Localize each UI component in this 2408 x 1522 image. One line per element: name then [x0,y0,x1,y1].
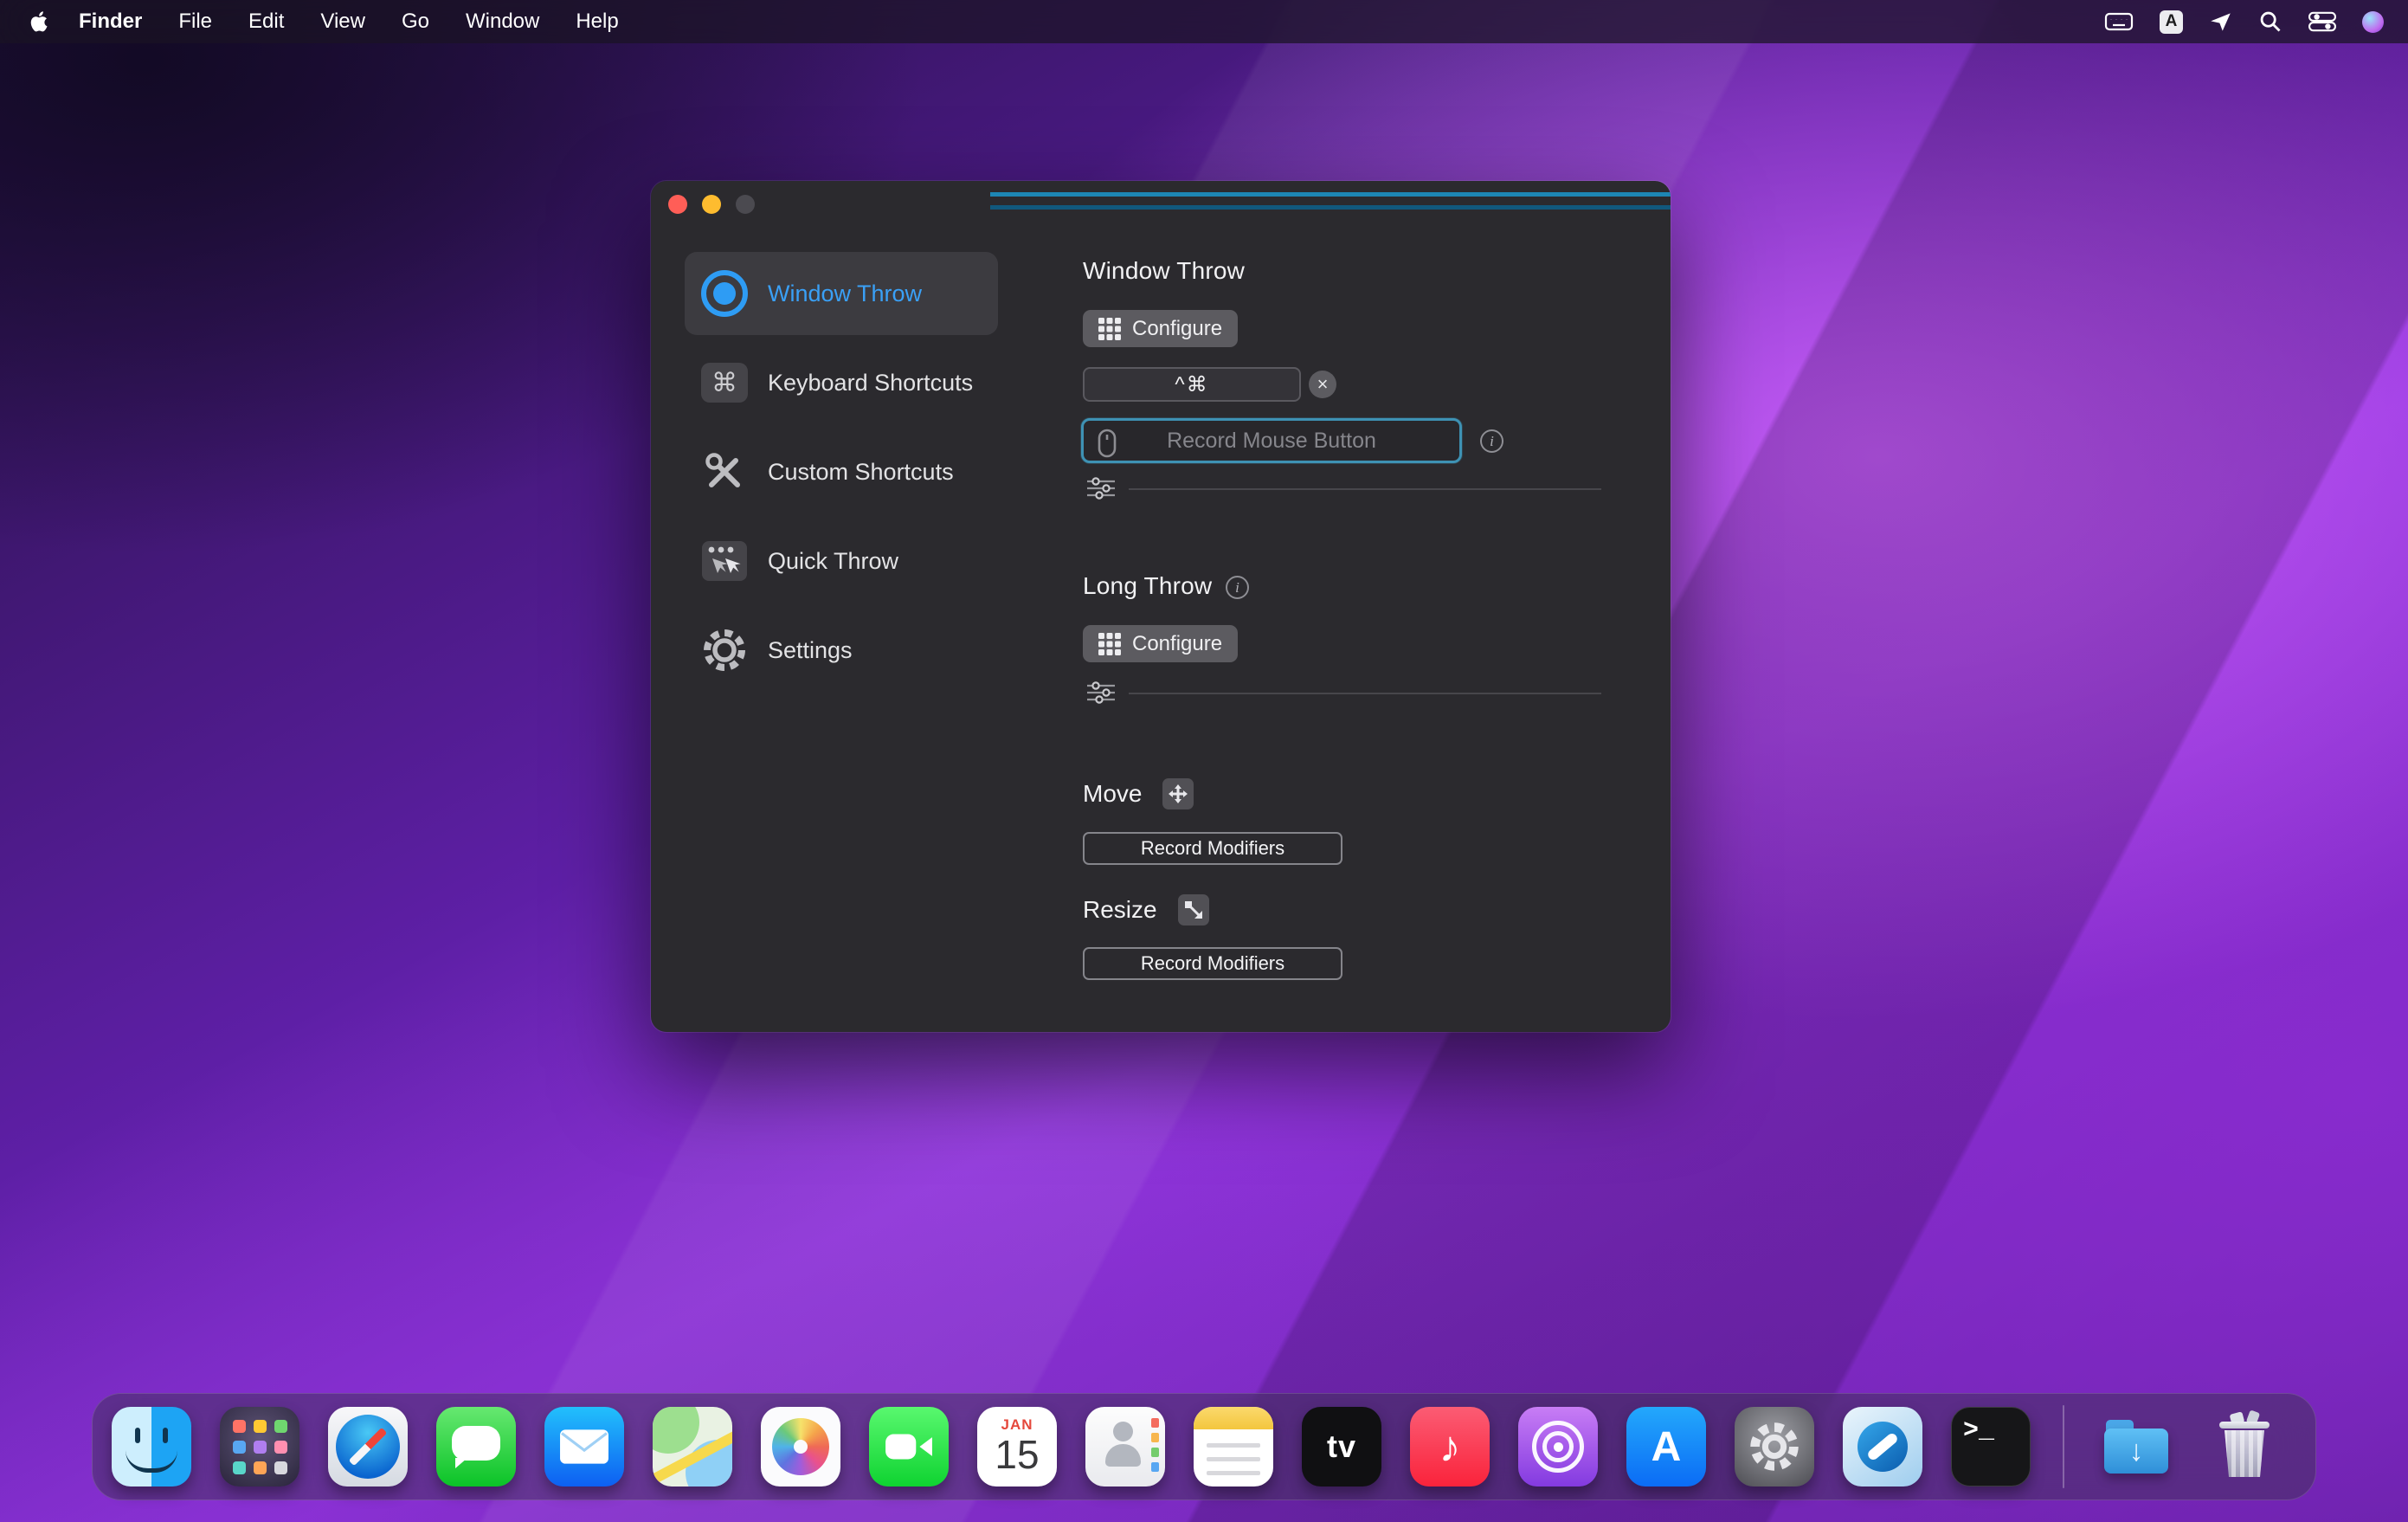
dock-safari[interactable] [328,1407,408,1487]
person-icon [1113,1422,1133,1441]
menu-app-name[interactable]: Finder [61,0,160,43]
menu-edit[interactable]: Edit [230,0,302,43]
configure-label: Configure [1132,317,1222,341]
pinwheel-icon [772,1418,829,1475]
resize-row: Resize [1083,894,1209,925]
dock-music[interactable]: ♪ [1410,1407,1490,1487]
move-row: Move [1083,778,1194,809]
keyboard-icon[interactable] [2104,11,2134,32]
long-throw-title-text: Long Throw [1083,572,1212,599]
music-note-icon: ♪ [1439,1425,1461,1468]
info-glyph: i [1490,433,1494,450]
menu-bar: Finder File Edit View Go Window Help A [0,0,2408,43]
long-throw-title: Long Throw [1083,572,1212,600]
advanced-options-icon[interactable] [1087,477,1115,504]
divider [1129,693,1601,694]
dock-launchpad[interactable] [220,1407,299,1487]
download-arrow-icon: ↓ [2104,1428,2168,1474]
dock-trash[interactable] [2205,1407,2284,1487]
app-window: Window Throw ⌘ Keyboard Shortcuts Custom… [651,181,1671,1032]
gear-icon [1746,1418,1803,1475]
dock-maps[interactable] [653,1407,732,1487]
window-manager-icon [1858,1422,1908,1472]
clear-shortcut-button[interactable]: × [1309,371,1336,398]
resize-label: Resize [1083,896,1157,924]
apple-icon [28,10,48,34]
menu-view[interactable]: View [302,0,383,43]
dock-mail[interactable] [544,1407,624,1487]
app-store-glyph: A [1651,1423,1682,1471]
calendar-month: JAN [1001,1416,1033,1434]
menu-bar-left: Finder File Edit View Go Window Help [24,0,637,43]
dock-system-settings[interactable] [1735,1407,1814,1487]
dock-contacts[interactable] [1085,1407,1165,1487]
tv-label: tv [1327,1428,1356,1465]
record-mouse-button-field[interactable]: Record Mouse Button [1081,418,1462,463]
window-throw-title: Window Throw [1083,257,1245,285]
advanced-options-icon[interactable] [1087,681,1115,708]
record-modifiers-label: Record Modifiers [1141,837,1284,859]
dock-terminal[interactable]: >_ [1951,1407,2031,1487]
dock-divider [2063,1405,2064,1488]
dock-app-store[interactable]: A [1626,1407,1706,1487]
menu-window[interactable]: Window [447,0,557,43]
resize-diagonal-icon [1178,894,1209,925]
menu-file[interactable]: File [160,0,230,43]
dock-podcasts[interactable] [1518,1407,1598,1487]
shortcut-value: ^⌘ [1175,372,1208,397]
control-center-icon[interactable] [2308,11,2336,32]
dock-window-manager-app[interactable] [1843,1407,1922,1487]
apple-menu[interactable] [24,10,61,34]
paper-plane-icon[interactable] [2209,10,2232,34]
notes-header [1194,1407,1273,1429]
record-move-modifiers-button[interactable]: Record Modifiers [1083,832,1342,865]
envelope-icon [559,1428,609,1465]
configure-label: Configure [1132,632,1222,656]
keyboard-shortcut-field[interactable]: ^⌘ [1083,367,1301,402]
info-icon[interactable]: i [1226,576,1249,599]
dock-calendar[interactable]: JAN 15 [977,1407,1057,1487]
input-source-icon[interactable]: A [2160,10,2183,34]
finder-face [135,1428,140,1443]
video-camera-icon [884,1430,934,1463]
dock-facetime[interactable] [869,1407,949,1487]
record-mouse-placeholder: Record Mouse Button [1167,429,1376,454]
grid-icon [1098,318,1121,340]
broadcast-icon [1532,1421,1584,1473]
dock-photos[interactable] [761,1407,840,1487]
dock-notes[interactable] [1194,1407,1273,1487]
close-icon: × [1317,375,1329,394]
info-glyph: i [1235,579,1239,597]
dock-messages[interactable] [436,1407,516,1487]
record-resize-modifiers-button[interactable]: Record Modifiers [1083,947,1342,980]
calendar-day: 15 [995,1435,1039,1474]
menu-help[interactable]: Help [557,0,636,43]
dock-finder[interactable] [112,1407,191,1487]
info-icon[interactable]: i [1480,429,1503,453]
mouse-icon [1098,429,1117,462]
spotlight-icon[interactable] [2258,10,2282,34]
dock-tv[interactable]: tv [1302,1407,1381,1487]
siri-icon[interactable] [2362,11,2384,33]
settings-content: Window Throw Configure ^⌘ × Record Mouse… [651,181,1671,1032]
menu-go[interactable]: Go [383,0,447,43]
map-icon [653,1407,699,1454]
terminal-prompt: >_ [1963,1416,1994,1446]
configure-long-throw-button[interactable]: Configure [1083,625,1238,662]
speech-bubble-icon [452,1426,500,1461]
divider [1129,488,1601,490]
move-label: Move [1083,780,1142,808]
dock-downloads[interactable]: ↓ [2096,1407,2176,1487]
configure-window-throw-button[interactable]: Configure [1083,310,1238,347]
record-modifiers-label: Record Modifiers [1141,952,1284,974]
grid-icon [1098,633,1121,655]
move-arrows-icon [1162,778,1194,809]
dock: JAN 15 tv ♪ A >_ ↓ [92,1393,2316,1500]
menu-bar-status-area: A [2104,10,2384,34]
